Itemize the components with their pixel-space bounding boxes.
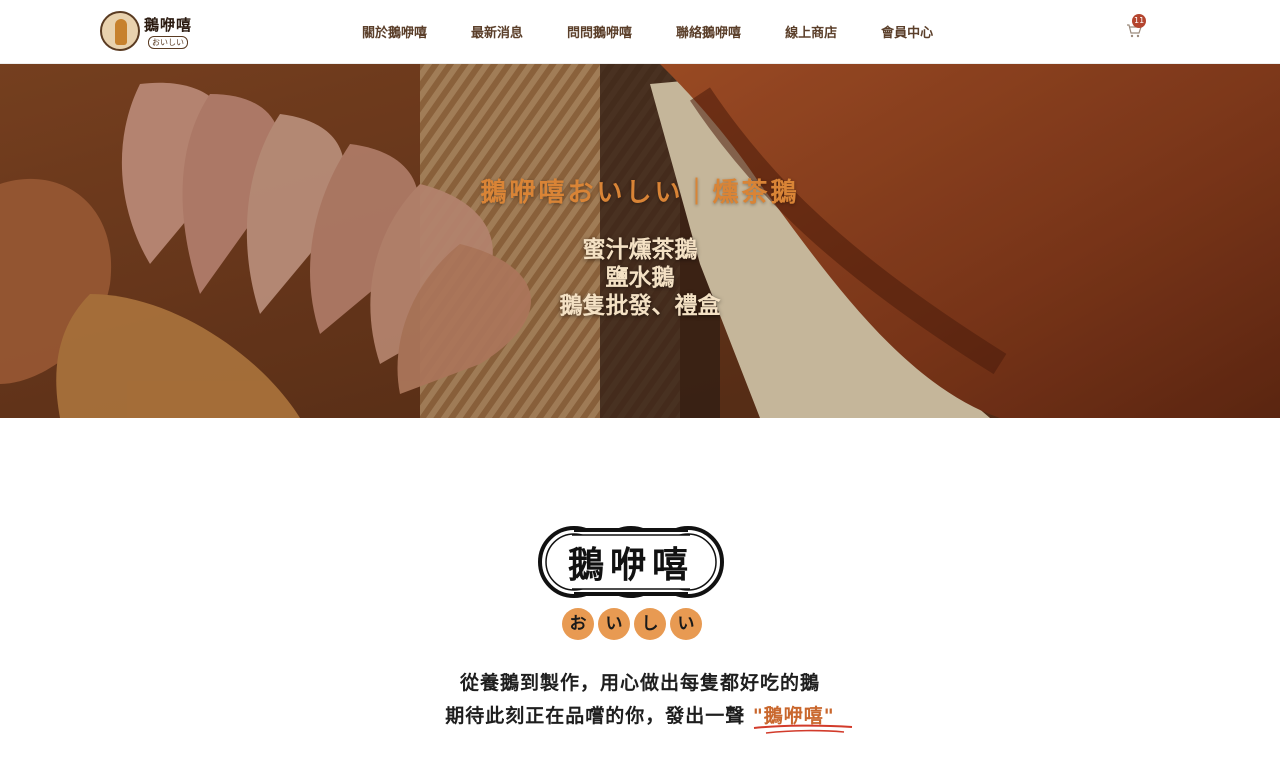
hero-product-lines: 蜜汁燻茶鵝 鹽水鵝 鵝隻批發、禮盒 (0, 236, 1280, 320)
brand-kana-char: い (670, 608, 702, 640)
goose-logo-icon (100, 11, 140, 51)
brand-kana: お い し い (562, 608, 702, 640)
nav-item-member[interactable]: 會員中心 (881, 22, 933, 41)
site-header: 鵝咿嘻 おいしい 關於鵝咿嘻 最新消息 問問鵝咿嘻 聯絡鵝咿嘻 線上商店 會員中… (0, 0, 1280, 64)
main-nav: 關於鵝咿嘻 最新消息 問問鵝咿嘻 聯絡鵝咿嘻 線上商店 會員中心 (340, 0, 955, 62)
brand-kana-char: し (634, 608, 666, 640)
cart-button[interactable]: 11 (1124, 14, 1150, 44)
logo-sub-text: おいしい (148, 35, 188, 49)
brand-name: 鵝咿嘻 (567, 545, 694, 586)
hero-banner: 鵝咿嘻おいしい｜燻茶鵝 蜜汁燻茶鵝 鹽水鵝 鵝隻批發、禮盒 (0, 64, 1280, 418)
tagline-line-1: 從養鵝到製作，用心做出每隻都好吃的鵝 (459, 672, 820, 694)
hero-line-honey-tea-goose: 蜜汁燻茶鵝 (582, 236, 698, 263)
nav-item-faq[interactable]: 問問鵝咿嘻 (567, 22, 632, 41)
nav-item-contact[interactable]: 聯絡鵝咿嘻 (676, 22, 741, 41)
nav-item-shop[interactable]: 線上商店 (785, 22, 837, 41)
logo-text: 鵝咿嘻 おいしい (144, 14, 192, 49)
cart-count-badge: 11 (1132, 14, 1147, 28)
nav-item-news[interactable]: 最新消息 (471, 22, 523, 41)
site-logo[interactable]: 鵝咿嘻 おいしい (100, 9, 200, 53)
brand-kana-char: い (598, 608, 630, 640)
nav-item-about[interactable]: 關於鵝咿嘻 (362, 22, 427, 41)
highlight-underline (753, 724, 853, 734)
brand-kana-char: お (562, 608, 594, 640)
brand-logo: 鵝咿嘻 お い し い (536, 522, 726, 640)
hero-line-salted-goose: 鹽水鵝 (605, 264, 675, 291)
logo-main-text: 鵝咿嘻 (144, 15, 193, 34)
tagline-line-2-prefix: 期待此刻正在品嚐的你，發出一聲 (445, 705, 746, 727)
hero-title: 鵝咿嘻おいしい｜燻茶鵝 (480, 178, 800, 208)
hero-line-wholesale-giftbox: 鵝隻批發、禮盒 (559, 292, 721, 319)
tagline-line-2: 期待此刻正在品嚐的你，發出一聲 "鵝咿嘻" (0, 701, 1280, 728)
